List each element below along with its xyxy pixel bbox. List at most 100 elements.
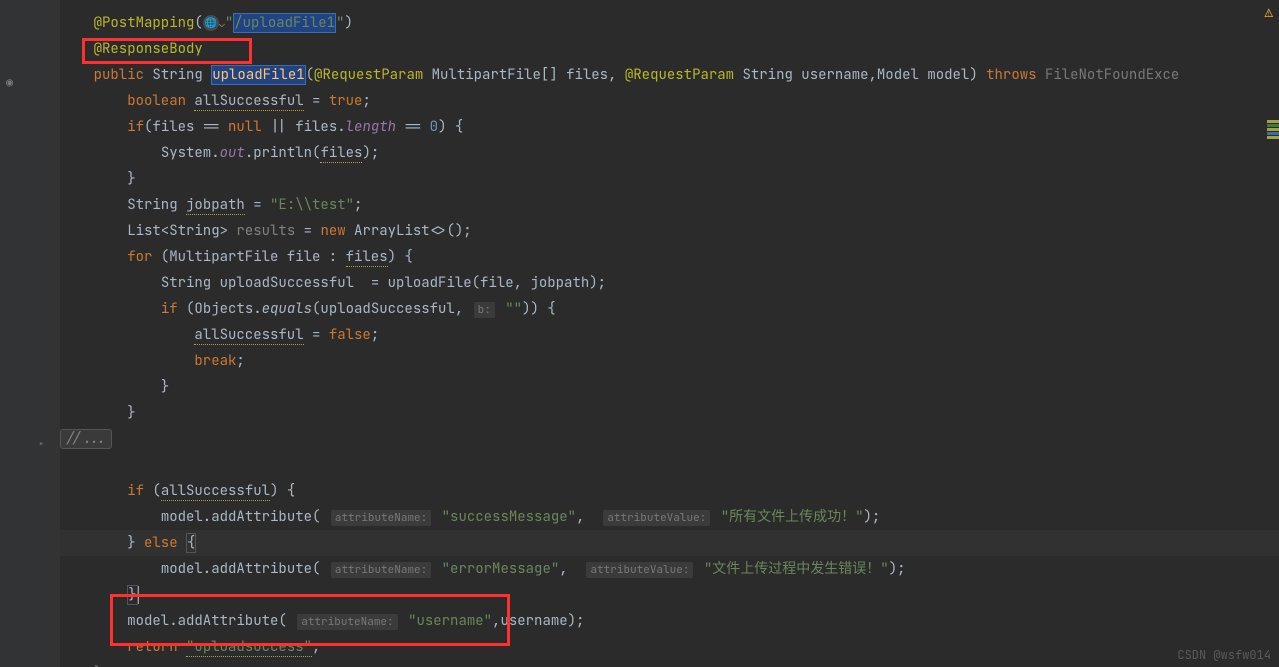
param: model	[927, 66, 969, 84]
param-hint: attributeName:	[297, 614, 397, 630]
keyword: boolean	[127, 92, 186, 110]
annotation: @RequestParam	[625, 66, 734, 84]
variable: allSuccessful	[161, 482, 270, 501]
keyword: for	[127, 248, 152, 266]
code-line[interactable]: }	[60, 374, 1279, 400]
stripe[interactable]	[1267, 124, 1279, 127]
code-line[interactable]: }	[60, 400, 1279, 426]
param: username	[801, 66, 868, 84]
type: Model	[877, 66, 919, 84]
warning-indicator-icon[interactable]: ⚠	[1265, 4, 1273, 22]
method-call: equals	[262, 300, 312, 318]
variable: results	[236, 222, 295, 240]
op: =	[354, 274, 388, 292]
code-line[interactable]: public String uploadFile1(@RequestParam …	[60, 62, 1279, 88]
punct: ;	[598, 274, 606, 292]
op: ||	[262, 118, 296, 136]
arg: files	[320, 144, 362, 163]
code-line[interactable]: model.addAttribute( attributeName: "erro…	[60, 556, 1279, 582]
stripe[interactable]	[1267, 128, 1279, 131]
static-field: out	[220, 144, 245, 162]
code-line[interactable]: }	[60, 660, 1279, 667]
type: String	[161, 274, 211, 292]
param-hint: attributeName:	[331, 562, 431, 578]
method-name-selected: uploadFile1	[211, 65, 305, 85]
annotation: @RequestParam	[314, 66, 423, 84]
stripe[interactable]	[1267, 132, 1279, 135]
code-line[interactable]	[60, 452, 1279, 478]
obj: model.	[127, 612, 177, 630]
string: "uploadsuccess"	[186, 638, 312, 657]
punct: ) {	[270, 482, 295, 500]
code-line[interactable]: if (allSuccessful) {	[60, 478, 1279, 504]
keyword: null	[228, 118, 262, 136]
brace: }	[127, 534, 135, 552]
code-line[interactable]: return "uploadsuccess";	[60, 634, 1279, 660]
punct: (	[312, 560, 329, 578]
variable: allSuccessful	[194, 92, 303, 111]
stripe[interactable]	[1267, 136, 1279, 139]
code-line[interactable]: System.out.println(files);	[60, 140, 1279, 166]
keyword: if	[127, 482, 144, 500]
expr: (MultipartFile file :	[152, 248, 345, 266]
annotation: @PostMapping	[94, 14, 195, 32]
number: 0	[430, 118, 438, 136]
keyword: break	[194, 352, 236, 370]
code-line[interactable]: for (MultipartFile file : files) {	[60, 244, 1279, 270]
code-line[interactable]: model.addAttribute( attributeName: "user…	[60, 608, 1279, 634]
type: List<String>	[127, 222, 228, 240]
keyword: public	[94, 66, 144, 84]
code-line[interactable]: String uploadSuccessful = uploadFile(fil…	[60, 270, 1279, 296]
error-stripe[interactable]	[1267, 120, 1279, 140]
code-line[interactable]: List<String> results = new ArrayList<>()…	[60, 218, 1279, 244]
punct: ;	[371, 326, 379, 344]
code-line-folded[interactable]: //...	[60, 426, 1279, 452]
op: =	[304, 92, 329, 110]
gutter-fold: ▸	[30, 0, 60, 667]
expr: ,username);	[492, 612, 584, 630]
stripe[interactable]	[1267, 120, 1279, 123]
field: length	[346, 118, 396, 136]
keyword: return	[127, 638, 177, 656]
op: ==	[396, 118, 430, 136]
code-line[interactable]: model.addAttribute( attributeName: "succ…	[60, 504, 1279, 530]
code-area[interactable]: 💡 @PostMapping(🌐⌄"/uploadFile1") @Respon…	[60, 0, 1279, 667]
code-line[interactable]: if (Objects.equals(uploadSuccessful, b: …	[60, 296, 1279, 322]
code-line[interactable]: if(files == null || files.length == 0) {	[60, 114, 1279, 140]
folded-region[interactable]: //...	[60, 429, 112, 449]
code-line[interactable]: break;	[60, 348, 1279, 374]
implement-icon[interactable]: ◉	[6, 74, 13, 90]
method-call: println	[253, 144, 312, 162]
code-line[interactable]: allSuccessful = false;	[60, 322, 1279, 348]
keyword: throws	[986, 66, 1036, 84]
brace: }	[127, 404, 135, 422]
watermark: CSDN @wsfw014	[1177, 647, 1271, 663]
code-line[interactable]: } else {	[60, 530, 1279, 556]
keyword: else	[136, 534, 186, 552]
op: =	[295, 222, 320, 240]
code-line[interactable]: }	[60, 582, 1279, 608]
punct: );	[889, 560, 906, 578]
type: String	[127, 196, 177, 214]
fold-expand-icon[interactable]: ▸	[38, 436, 45, 452]
code-line[interactable]: String jobpath = "E:\\test";	[60, 192, 1279, 218]
class: System.	[161, 144, 220, 162]
code-line[interactable]: boolean allSuccessful = true;	[60, 88, 1279, 114]
string: "username"	[408, 612, 492, 630]
code-line[interactable]: @PostMapping(🌐⌄"/uploadFile1")	[60, 10, 1279, 36]
type: String	[742, 66, 792, 84]
keyword: true	[329, 92, 363, 110]
brace: }	[127, 585, 137, 605]
string: "E:\\test"	[270, 196, 354, 214]
expr: (files ==	[144, 118, 228, 136]
globe-icon[interactable]: 🌐	[203, 15, 219, 31]
expr: files.	[295, 118, 345, 136]
string: "文件上传过程中发生错误！"	[704, 560, 889, 578]
code-line[interactable]: }	[60, 166, 1279, 192]
variable: files	[346, 248, 388, 267]
code-line[interactable]: @ResponseBody	[60, 36, 1279, 62]
brace: {	[186, 533, 196, 553]
punct: ,	[559, 560, 576, 578]
punct: );	[864, 508, 881, 526]
obj: model.	[161, 508, 211, 526]
